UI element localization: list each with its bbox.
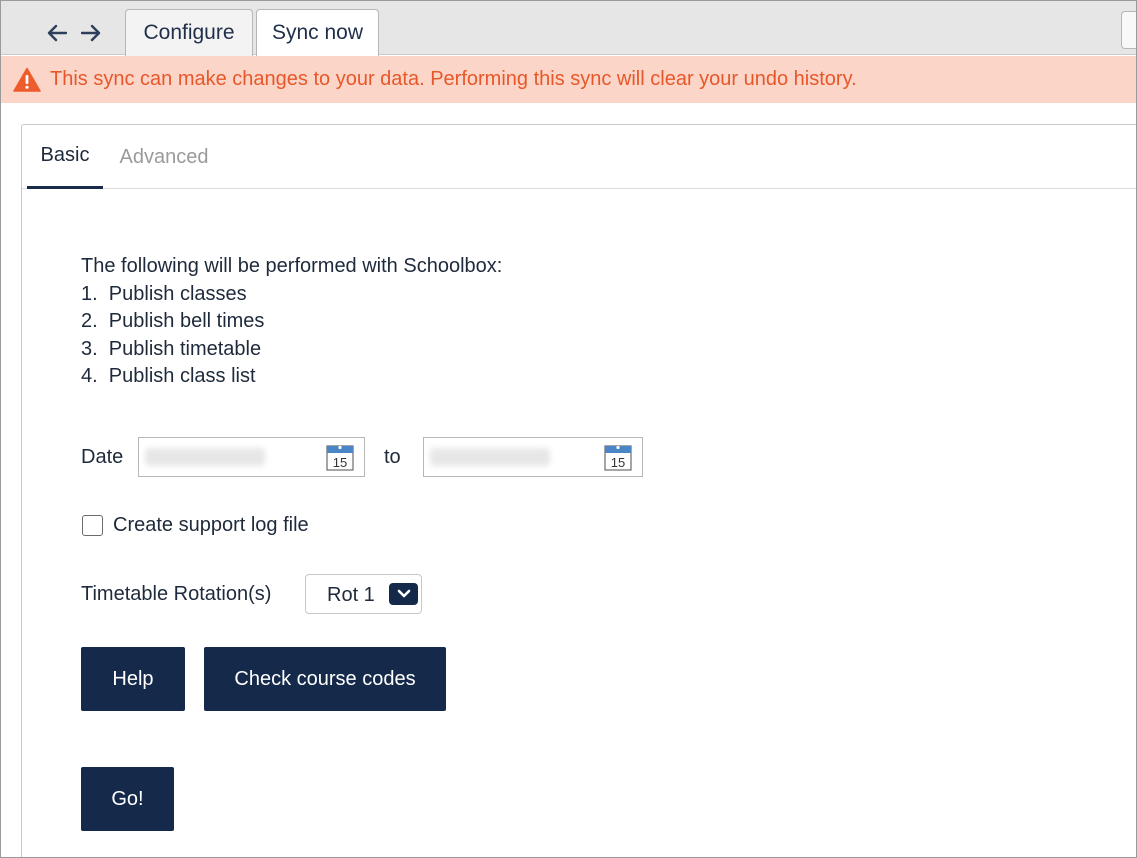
date-to-field[interactable]: 15 — [423, 437, 643, 477]
chevron-down-icon — [389, 583, 418, 605]
go-button[interactable]: Go! — [81, 767, 174, 831]
warning-banner: This sync can make changes to your data.… — [1, 56, 1136, 103]
date-to-value-redacted — [430, 448, 550, 466]
date-from-value-redacted — [145, 448, 265, 466]
tab-advanced[interactable]: Advanced — [110, 125, 218, 189]
to-label: to — [384, 446, 401, 468]
tab-basic[interactable]: Basic — [27, 125, 103, 189]
date-label: Date — [81, 446, 124, 468]
rotation-value: Rot 1 — [327, 584, 375, 606]
calendar-day: 15 — [611, 455, 625, 470]
warning-text: This sync can make changes to your data.… — [50, 68, 857, 90]
list-item: 1. Publish classes — [81, 282, 247, 305]
window-menu-button[interactable] — [1121, 11, 1136, 49]
arrow-right-icon[interactable] — [79, 21, 103, 45]
help-button[interactable]: Help — [81, 647, 185, 711]
sync-panel: Basic Advanced — [21, 124, 1136, 857]
calendar-icon[interactable]: 15 — [326, 443, 354, 471]
tab-sync-now[interactable]: Sync now — [256, 9, 379, 56]
calendar-day: 15 — [333, 455, 347, 470]
tab-configure[interactable]: Configure — [125, 9, 253, 56]
support-log-checkbox[interactable] — [82, 515, 103, 536]
check-course-codes-button[interactable]: Check course codes — [204, 647, 446, 711]
rotation-label: Timetable Rotation(s) — [81, 583, 272, 605]
calendar-icon[interactable]: 15 — [604, 443, 632, 471]
app-window: Configure Sync now This sync can make ch… — [0, 0, 1137, 858]
warning-triangle-icon — [13, 67, 41, 92]
list-item: 2. Publish bell times — [81, 310, 265, 333]
date-from-field[interactable]: 15 — [138, 437, 365, 477]
arrow-left-icon[interactable] — [45, 21, 69, 45]
top-bar: Configure Sync now — [1, 1, 1136, 56]
subtab-bar: Basic Advanced — [22, 125, 1136, 189]
list-item: 3. Publish timetable — [81, 337, 262, 360]
support-log-label[interactable]: Create support log file — [113, 514, 309, 537]
intro-text: The following will be performed with Sch… — [81, 255, 503, 277]
list-item: 4. Publish class list — [81, 365, 256, 388]
steps-list: The following will be performed with Sch… — [81, 253, 502, 391]
rotation-select[interactable]: Rot 1 — [305, 574, 422, 614]
